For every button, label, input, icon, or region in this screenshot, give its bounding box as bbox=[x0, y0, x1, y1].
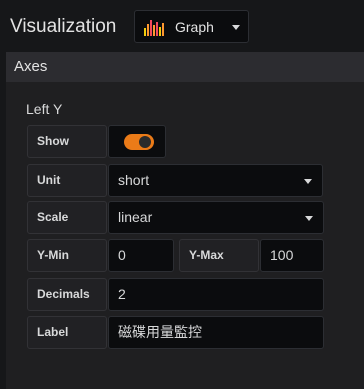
y-min-label: Y-Min bbox=[27, 239, 107, 272]
visualization-header: Visualization Graph bbox=[0, 0, 364, 52]
show-toggle-knob bbox=[139, 136, 151, 148]
scale-label: Scale bbox=[27, 201, 107, 234]
chevron-down-icon bbox=[304, 179, 312, 184]
graph-bars-icon bbox=[144, 20, 164, 36]
decimals-label: Decimals bbox=[27, 278, 107, 311]
chevron-down-icon bbox=[232, 25, 240, 30]
axes-section-header[interactable]: Axes bbox=[6, 52, 364, 82]
unit-label: Unit bbox=[27, 164, 107, 197]
chevron-down-icon bbox=[305, 216, 313, 221]
left-y-title: Left Y bbox=[26, 101, 63, 117]
scale-value: linear bbox=[118, 209, 153, 225]
unit-select[interactable]: short bbox=[108, 164, 323, 197]
scale-select[interactable]: linear bbox=[108, 201, 324, 234]
y-min-input[interactable]: 0 bbox=[108, 239, 174, 272]
show-label: Show bbox=[27, 125, 107, 158]
axes-section-title: Axes bbox=[14, 58, 48, 75]
decimals-input[interactable]: 2 bbox=[108, 278, 324, 311]
show-toggle[interactable] bbox=[108, 125, 166, 158]
unit-value: short bbox=[118, 172, 150, 188]
visualization-type-label: Graph bbox=[175, 19, 214, 35]
axis-label-input[interactable]: 磁碟用量監控 bbox=[108, 316, 324, 349]
visualization-title: Visualization bbox=[10, 16, 117, 37]
y-max-input[interactable]: 100 bbox=[260, 239, 324, 272]
axis-label-label: Label bbox=[27, 316, 107, 349]
axes-section: Axes Left Y Show Unit short Scale linear… bbox=[6, 52, 364, 389]
show-toggle-track bbox=[124, 134, 154, 150]
y-max-label: Y-Max bbox=[179, 239, 259, 272]
visualization-type-picker[interactable]: Graph bbox=[134, 10, 249, 43]
